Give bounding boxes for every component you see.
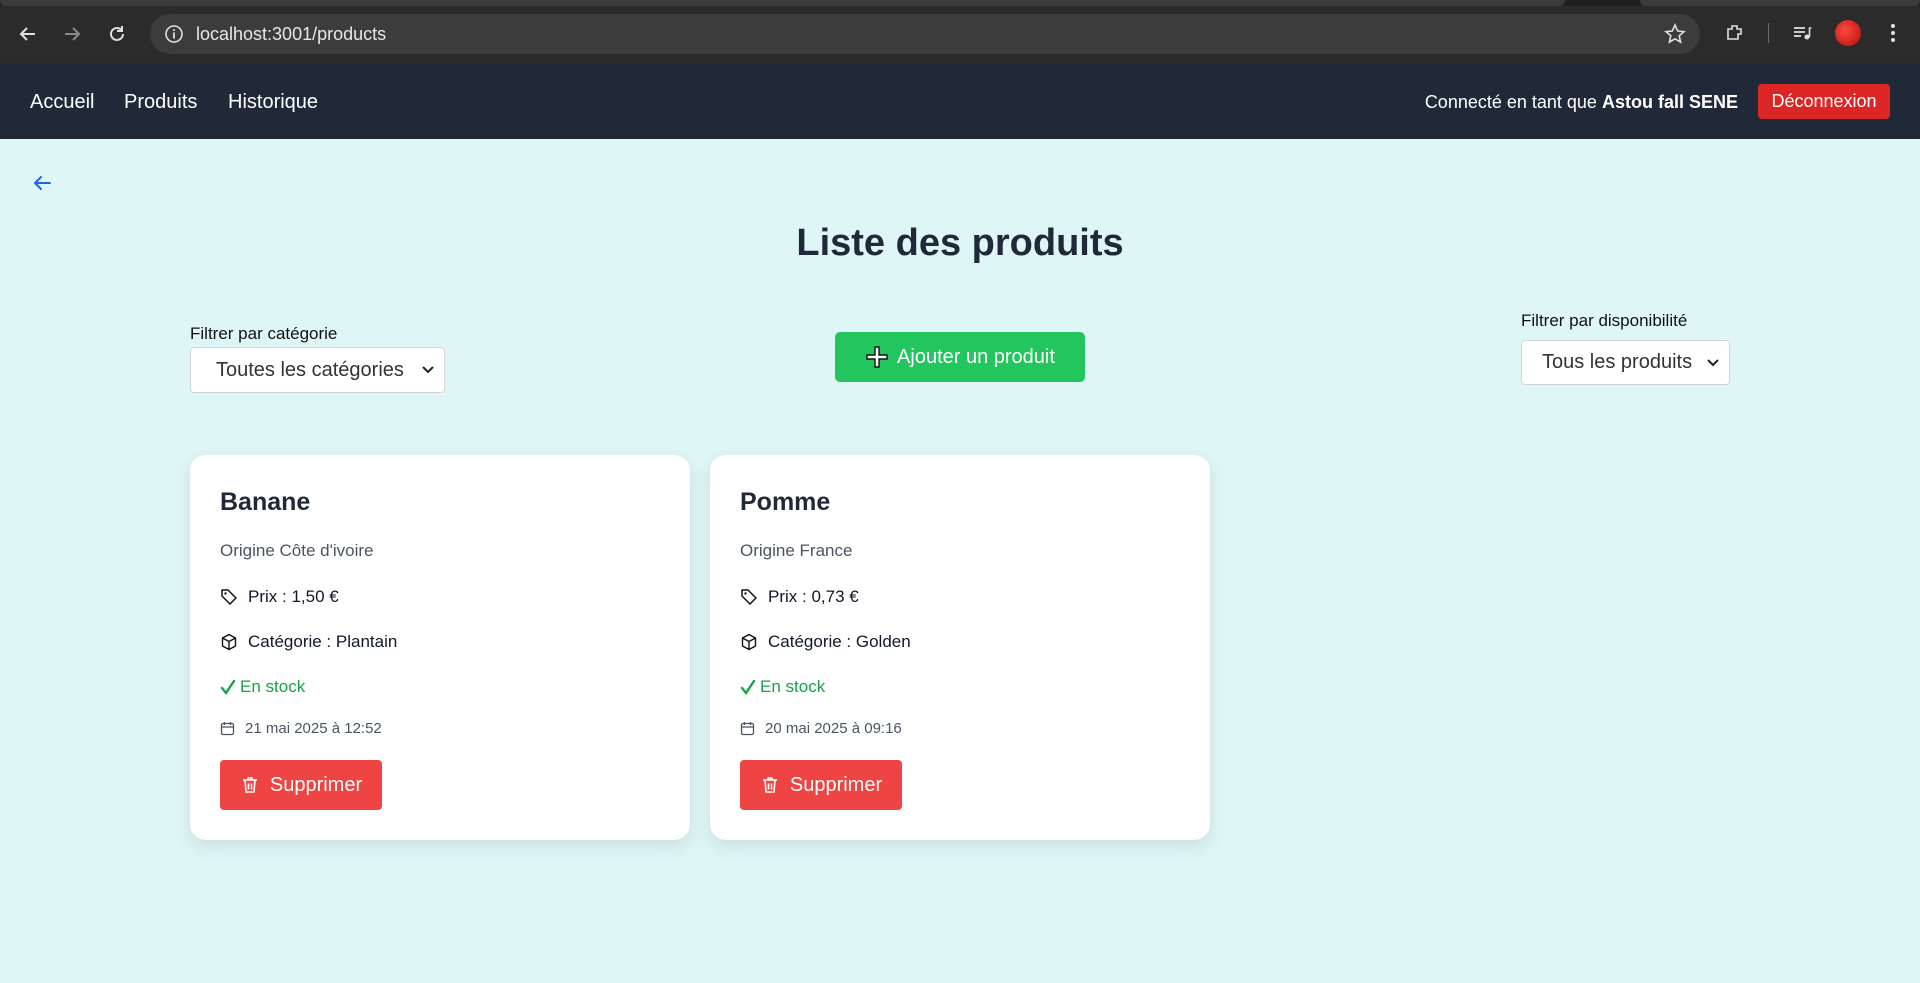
browser-chrome: localhost:3001/products <box>0 0 1920 63</box>
chevron-down-icon <box>1707 358 1719 366</box>
tag-icon <box>221 589 237 605</box>
address-bar[interactable]: localhost:3001/products <box>150 14 1700 54</box>
availability-filter-select[interactable]: Tous les produits <box>1521 340 1730 385</box>
tag-icon <box>741 589 757 605</box>
stock-status: En stock <box>220 677 305 697</box>
box-icon <box>741 633 757 651</box>
stock-status-text: En stock <box>240 677 306 696</box>
browser-menu-icon[interactable] <box>1880 20 1906 46</box>
product-date: 21 mai 2025 à 12:52 <box>220 720 382 737</box>
app-navbar: Accueil Produits Historique Connecté en … <box>0 63 1920 139</box>
product-name: Banane <box>220 488 311 516</box>
calendar-icon <box>740 722 755 736</box>
category-filter-value: Toutes les catégories <box>216 358 404 381</box>
profile-avatar[interactable] <box>1835 20 1861 46</box>
product-category-text: Catégorie : Plantain <box>248 632 398 651</box>
user-name: Astou fall SENE <box>1601 92 1738 112</box>
check-icon <box>220 679 236 695</box>
add-product-button[interactable]: Ajouter un produit <box>835 332 1085 382</box>
browser-forward-icon[interactable] <box>58 20 86 48</box>
product-price-text: Prix : 0,73 € <box>768 587 859 606</box>
product-price-text: Prix : 1,50 € <box>248 587 339 606</box>
product-price: Prix : 1,50 € <box>220 587 339 607</box>
product-date-text: 20 mai 2025 à 09:16 <box>765 720 902 737</box>
delete-label: Supprimer <box>789 773 883 796</box>
user-prefix: Connecté en tant que <box>1424 92 1597 112</box>
availability-filter-label: Filtrer par disponibilité <box>1521 311 1688 330</box>
add-product-label: Ajouter un produit <box>897 345 1055 368</box>
product-card: Banane Origine Côte d'ivoire Prix : 1,50… <box>190 455 690 840</box>
category-filter-label: Filtrer par catégorie <box>190 324 338 343</box>
browser-tab[interactable] <box>0 0 1565 6</box>
check-icon <box>740 679 756 695</box>
nav-link-historique[interactable]: Historique <box>228 91 318 114</box>
url-text[interactable]: localhost:3001/products <box>196 24 386 45</box>
product-origin: Origine Côte d'ivoire <box>220 541 374 560</box>
chevron-down-icon <box>422 366 434 374</box>
product-origin: Origine France <box>740 541 853 560</box>
product-price: Prix : 0,73 € <box>740 587 859 607</box>
calendar-icon <box>220 722 235 736</box>
trash-icon <box>762 777 777 793</box>
product-date-text: 21 mai 2025 à 12:52 <box>245 720 382 737</box>
extensions-icon[interactable] <box>1722 20 1748 46</box>
stock-status-text: En stock <box>760 677 826 696</box>
stock-status: En stock <box>740 677 825 697</box>
plus-icon <box>866 346 888 368</box>
browser-back-icon[interactable] <box>14 20 42 48</box>
category-filter-select[interactable]: Toutes les catégories <box>190 347 445 393</box>
browser-tab[interactable] <box>1640 0 1920 6</box>
tab-strip <box>0 0 1920 6</box>
logout-button[interactable]: Déconnexion <box>1758 84 1890 119</box>
toolbar-divider <box>1768 23 1769 43</box>
logged-in-user: Connecté en tant que Astou fall SENE <box>1425 92 1738 113</box>
product-category-text: Catégorie : Golden <box>768 632 911 651</box>
product-card: Pomme Origine France Prix : 0,73 € Catég… <box>710 455 1210 840</box>
page-title: Liste des produits <box>796 222 1124 264</box>
browser-reload-icon[interactable] <box>103 20 131 48</box>
arrow-left-icon[interactable] <box>30 171 54 195</box>
nav-link-accueil[interactable]: Accueil <box>30 91 94 114</box>
box-icon <box>221 633 237 651</box>
site-info-icon[interactable] <box>164 24 184 44</box>
availability-filter-value: Tous les produits <box>1542 351 1693 373</box>
delete-label: Supprimer <box>269 773 363 796</box>
bookmark-star-icon[interactable] <box>1664 23 1686 45</box>
delete-button[interactable]: Supprimer <box>220 760 382 810</box>
product-category: Catégorie : Plantain <box>220 632 397 652</box>
delete-button[interactable]: Supprimer <box>740 760 902 810</box>
nav-link-produits[interactable]: Produits <box>124 91 197 114</box>
trash-icon <box>242 777 257 793</box>
media-controls-icon[interactable] <box>1789 20 1815 46</box>
product-category: Catégorie : Golden <box>740 632 911 652</box>
product-name: Pomme <box>740 488 831 516</box>
product-date: 20 mai 2025 à 09:16 <box>740 720 902 737</box>
